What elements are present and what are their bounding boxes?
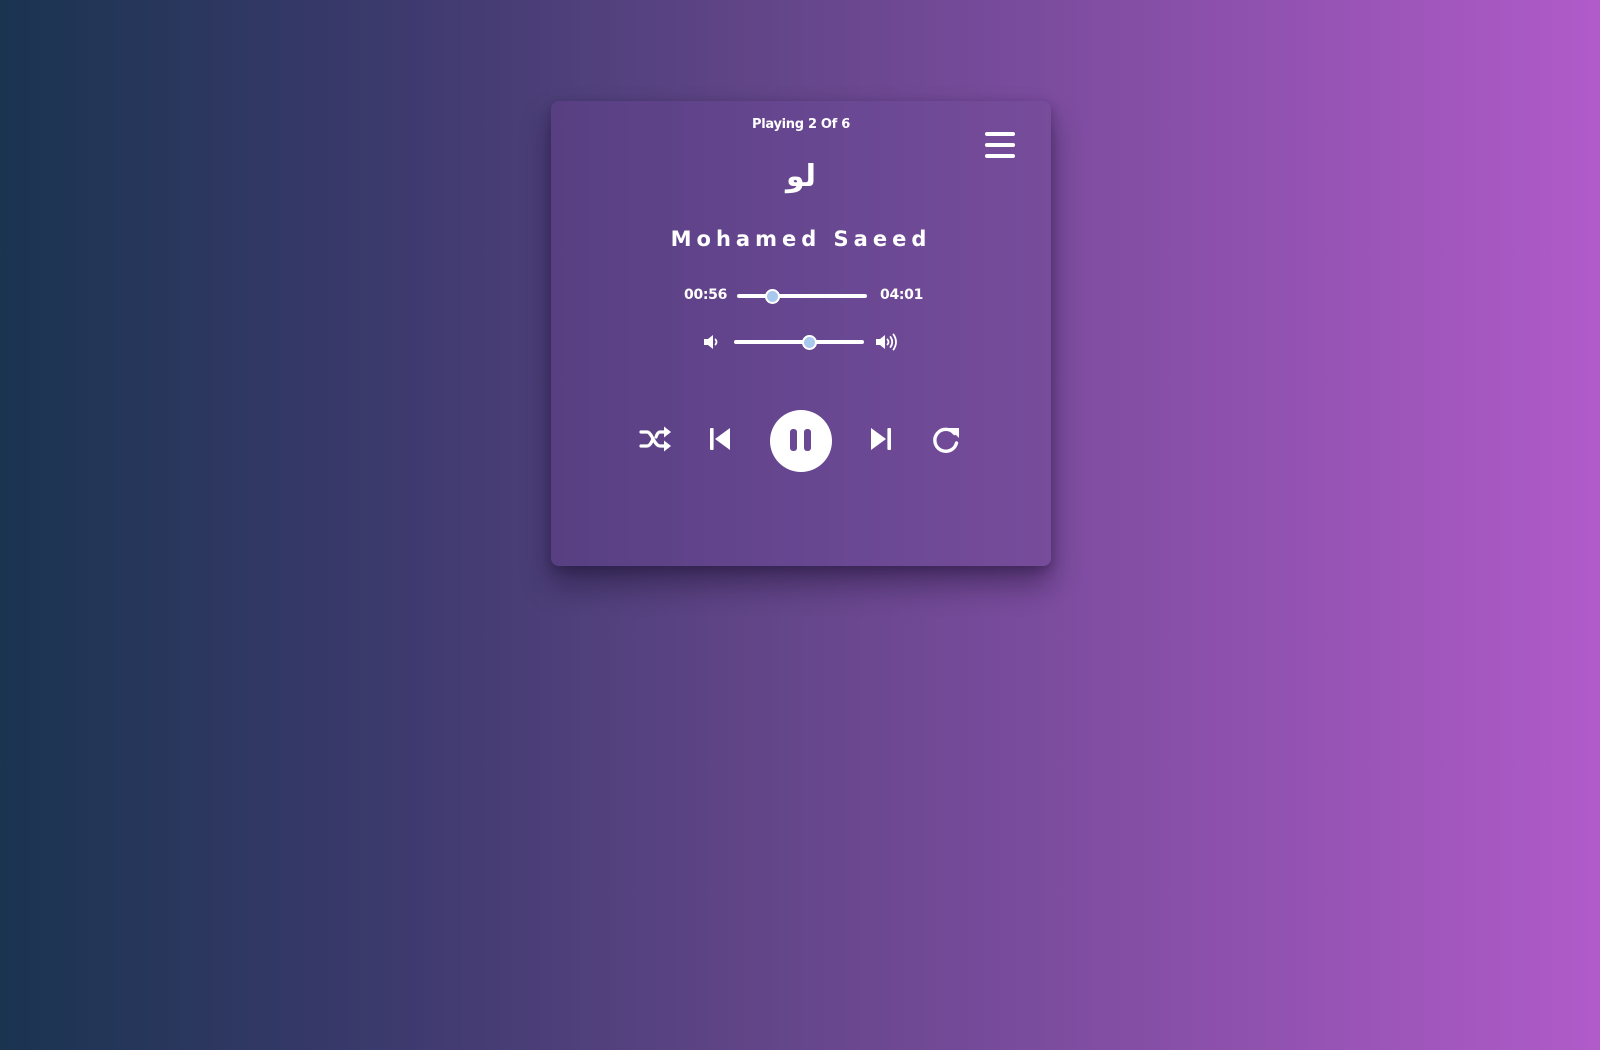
music-player-card: Playing 2 Of 6 لو Mohamed Saeed 00:56 04…	[551, 101, 1051, 566]
total-time: 04:01	[880, 287, 924, 303]
volume-down-icon[interactable]	[702, 332, 722, 352]
pause-icon	[790, 429, 811, 451]
current-time: 00:56	[684, 287, 728, 303]
seek-slider[interactable]	[737, 289, 867, 304]
volume-slider-thumb[interactable]	[802, 335, 818, 350]
shuffle-icon[interactable]	[639, 423, 673, 455]
volume-up-icon[interactable]	[875, 332, 901, 352]
pause-button[interactable]	[770, 410, 832, 472]
previous-icon[interactable]	[708, 425, 732, 453]
playing-status: Playing 2 Of 6	[751, 117, 851, 132]
song-title: لو	[785, 159, 817, 194]
repeat-icon[interactable]	[930, 424, 962, 456]
artist-name: Mohamed Saeed	[670, 227, 932, 251]
menu-button[interactable]	[985, 132, 1015, 160]
next-icon[interactable]	[869, 425, 893, 453]
seek-slider-thumb[interactable]	[765, 289, 781, 304]
volume-slider[interactable]	[734, 335, 864, 350]
